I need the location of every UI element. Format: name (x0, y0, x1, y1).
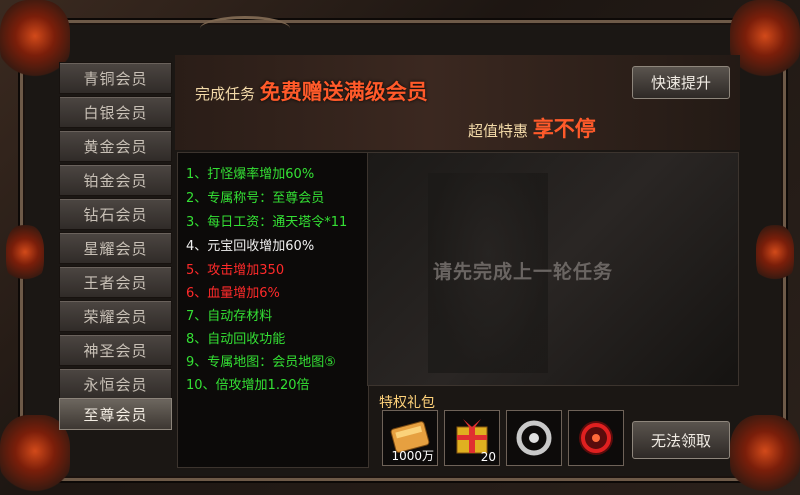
benefit-item: 9、专属地图：会员地图⑤ (186, 355, 336, 370)
promo-line-1-prefix: 完成任务 (195, 85, 256, 103)
benefits-list: 1、打怪爆率增加60% 2、专属称号：至尊会员 3、每日工资：通天塔令*11 4… (177, 152, 369, 468)
tab-platinum[interactable]: 铂金会员 (59, 164, 172, 196)
dragon-ornament-mid-right-icon (756, 225, 794, 285)
benefit-item: 8、自动回收功能 (186, 332, 286, 347)
promo-line-2-prefix: 超值特惠 (468, 122, 529, 140)
tab-supreme[interactable]: 至尊会员 (59, 398, 172, 430)
silver-dragon-emblem-icon (516, 420, 552, 456)
gift-slot[interactable] (568, 410, 624, 466)
promo-line-2: 超值特惠 享不停 (468, 113, 596, 143)
promo-line-2-highlight: 享不停 (532, 117, 596, 141)
tab-gold[interactable]: 黄金会员 (59, 130, 172, 162)
dragon-ornament-bottom-right-icon (730, 415, 800, 495)
tab-holy[interactable]: 神圣会员 (59, 334, 172, 366)
gift-count: 20 (480, 450, 496, 464)
gift-slot[interactable] (506, 410, 562, 466)
benefit-item: 3、每日工资：通天塔令*11 (186, 215, 348, 230)
vip-window: 青铜会员 白银会员 黄金会员 铂金会员 钻石会员 星耀会员 王者会员 荣耀会员 … (0, 0, 800, 495)
promo-line-1: 完成任务 免费赠送满级会员 (195, 76, 428, 106)
gift-slot[interactable]: 1000万 (382, 410, 438, 466)
tab-eternal[interactable]: 永恒会员 (59, 368, 172, 400)
top-ornament (200, 16, 290, 41)
vip-tier-sidebar: 青铜会员 白银会员 黄金会员 铂金会员 钻石会员 星耀会员 王者会员 荣耀会员 … (55, 58, 173, 468)
quick-upgrade-button[interactable]: 快速提升 (632, 66, 730, 99)
benefit-item: 6、血量增加6% (186, 286, 280, 301)
tab-glory[interactable]: 荣耀会员 (59, 300, 172, 332)
benefit-item: 10、倍攻增加1.20倍 (186, 378, 310, 393)
tab-silver[interactable]: 白银会员 (59, 96, 172, 128)
locked-overlay-text: 请先完成上一轮任务 (433, 261, 614, 283)
claim-button[interactable]: 无法领取 (632, 421, 730, 459)
tab-king[interactable]: 王者会员 (59, 266, 172, 298)
benefit-item: 2、专属称号：至尊会员 (186, 191, 325, 206)
benefit-item: 7、自动存材料 (186, 309, 273, 324)
benefit-item: 1、打怪爆率增加60% (186, 167, 315, 182)
gift-count: 1000万 (391, 449, 434, 463)
red-dragon-emblem-icon (579, 421, 613, 455)
benefit-item: 5、攻击增加350 (186, 263, 285, 278)
tab-diamond[interactable]: 钻石会员 (59, 198, 172, 230)
tab-star[interactable]: 星耀会员 (59, 232, 172, 264)
promo-line-1-highlight: 免费赠送满级会员 (259, 80, 428, 104)
dragon-ornament-top-right-icon (730, 0, 800, 80)
tab-bronze[interactable]: 青铜会员 (59, 62, 172, 94)
gift-pack-title: 特权礼包 (379, 395, 435, 411)
gift-slot[interactable]: 20 (444, 410, 500, 466)
benefit-item: 4、元宝回收增加60% (186, 239, 315, 254)
dragon-ornament-mid-left-icon (6, 225, 44, 285)
